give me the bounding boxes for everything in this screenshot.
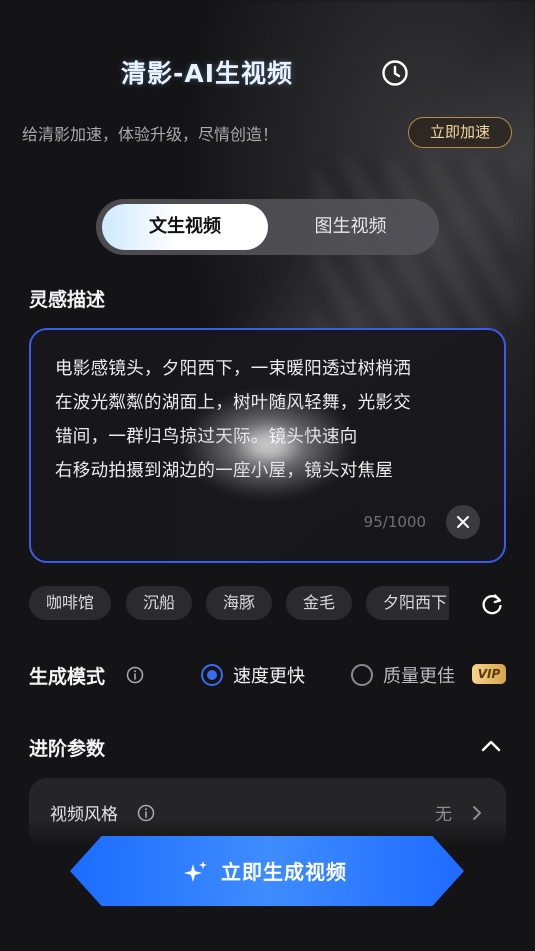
chip-dolphin[interactable]: 海豚 [206,586,273,620]
tab-text-to-video[interactable]: 文生视频 [102,204,268,250]
generate-video-button[interactable]: 立即生成视频 [70,836,464,906]
chip-cafe[interactable]: 咖啡馆 [29,586,112,620]
mode-tabs: 文生视频 图生视频 [96,199,439,255]
refresh-icon[interactable] [478,590,506,618]
chip-shipwreck[interactable]: 沉船 [126,586,193,620]
clear-icon[interactable] [446,505,480,539]
generate-button-text: 立即生成视频 [221,860,347,884]
vip-badge: VIP [472,664,506,684]
char-count: 95/1000 [363,513,426,531]
history-clock-icon[interactable] [379,57,411,89]
header: 清影-AI生视频 给清影加速，体验升级，尽情创造！ 立即加速 [0,0,535,150]
radio-quality[interactable] [351,664,373,686]
info-icon[interactable] [126,666,144,684]
tab-image-to-video[interactable]: 图生视频 [268,204,433,250]
blurred-region [181,390,356,500]
app-title: 清影-AI生视频 [120,59,294,88]
prompt-textarea[interactable]: 电影感镜头，夕阳西下，一束暖阳透过树梢洒 在波光粼粼的湖面上，树叶随风轻舞，光影… [29,328,506,563]
radio-speed[interactable] [201,664,223,686]
generate-button-label: 立即生成视频 [70,856,464,885]
radio-quality-label[interactable]: 质量更佳 [383,662,455,688]
advanced-params-label: 进阶参数 [29,738,106,760]
chip-golden-retriever[interactable]: 金毛 [286,586,353,620]
suggestion-chips: 咖啡馆 沉船 海豚 金毛 夕阳西下 [29,586,449,622]
generation-mode-label: 生成模式 [29,666,106,688]
prompt-section-label: 灵感描述 [29,289,106,311]
radio-speed-label[interactable]: 速度更快 [233,662,305,688]
promo-text: 给清影加速，体验升级，尽情创造！ [22,125,279,144]
chevron-up-icon[interactable] [478,734,504,758]
chip-sunset[interactable]: 夕阳西下 [366,586,449,620]
speed-up-button[interactable]: 立即加速 [408,117,512,148]
